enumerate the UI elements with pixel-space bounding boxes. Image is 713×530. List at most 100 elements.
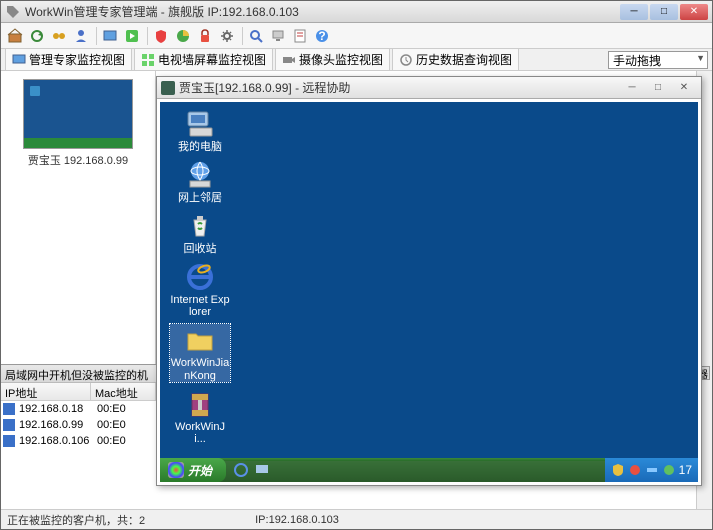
desktop-icon-ie[interactable]: Internet Explorer [170,261,230,318]
toolbar-connect-icon[interactable] [49,26,69,46]
monitor-icon [12,53,26,67]
view-tabs: 管理专家监控视图 电视墙屏幕监控视图 摄像头监控视图 历史数据查询视图 手动拖拽 [1,49,712,71]
toolbar-screen-icon[interactable] [100,26,120,46]
desktop-icon-network[interactable]: 网上邻居 [170,159,230,204]
computer-icon [184,108,216,140]
svg-text:?: ? [318,29,325,43]
cell-mac: 00:E0 [93,402,130,416]
status-clients: 正在被监控的客户机，共：2 [7,512,145,528]
toolbar-shield-icon[interactable] [151,26,171,46]
history-icon [399,53,413,67]
icon-label: 网上邻居 [178,192,222,204]
icon-label: WorkWinJianKong [170,357,230,381]
toolbar-lock-icon[interactable] [195,26,215,46]
thumbnail-image [23,79,133,149]
toolbar-help-icon[interactable]: ? [312,26,332,46]
tray-app-icon[interactable] [662,463,676,477]
table-row[interactable]: 192.168.0.9900:E0 [1,417,156,433]
desktop-icon-mycomputer[interactable]: 我的电脑 [170,108,230,153]
start-label: 开始 [188,462,212,479]
remote-titlebar[interactable]: 贾宝玉[192.168.0.99] - 远程协助 ─ □ ✕ [157,77,701,99]
tray-clock[interactable]: 17 [679,463,692,477]
close-button[interactable]: ✕ [680,4,708,20]
tab-label: 电视墙屏幕监控视图 [158,51,266,68]
grid-icon [141,53,155,67]
tab-label: 历史数据查询视图 [416,51,512,68]
cell-ip: 192.168.0.106 [15,434,93,448]
status-ip: IP:192.168.0.103 [255,514,339,526]
rar-icon [184,388,216,420]
remote-close-button[interactable]: ✕ [675,81,693,95]
tab-camera-view[interactable]: 摄像头监控视图 [275,48,390,71]
remote-maximize-button[interactable]: □ [649,81,667,95]
client-thumbnail[interactable]: 贾宝玉 192.168.0.99 [5,75,151,172]
toolbar-search-icon[interactable] [246,26,266,46]
toolbar-home-icon[interactable] [5,26,25,46]
tray-volume-icon[interactable] [628,463,642,477]
ql-ie-icon[interactable] [232,461,250,479]
toolbar-computer-icon[interactable] [268,26,288,46]
remote-title: 贾宝玉[192.168.0.99] - 远程协助 [179,79,623,96]
unmonitored-panel: 局域网中开机但没被监控的机 IP地址 Mac地址 192.168.0.1800:… [1,364,156,509]
tab-manage-view[interactable]: 管理专家监控视图 [5,48,132,71]
tab-tvwall-view[interactable]: 电视墙屏幕监控视图 [134,48,273,71]
ql-desktop-icon[interactable] [253,461,271,479]
tab-label: 管理专家监控视图 [29,51,125,68]
toolbar-log-icon[interactable] [290,26,310,46]
col-mac[interactable]: Mac地址 [91,383,156,400]
toolbar-refresh-icon[interactable] [27,26,47,46]
desktop-icon-rar[interactable]: WorkWinJi... [170,388,230,445]
toolbar-play-icon[interactable] [122,26,142,46]
xp-desktop[interactable]: 我的电脑 网上邻居 回收站 [160,102,698,482]
left-panel: 贾宝玉 192.168.0.99 局域网中开机但没被监控的机 IP地址 Mac地… [1,71,156,509]
recycle-icon [184,210,216,242]
col-ip[interactable]: IP地址 [1,383,91,400]
icon-label: WorkWinJi... [170,421,230,445]
toolbar-gear-icon[interactable] [217,26,237,46]
tab-label: 摄像头监控视图 [299,51,383,68]
desktop-icon-folder[interactable]: WorkWinJianKong [170,324,230,381]
tray-network-icon[interactable] [645,463,659,477]
window-title: WorkWin管理专家管理端 - 旗舰版 IP:192.168.0.103 [25,3,620,20]
drag-mode-dropdown[interactable]: 手动拖拽 [608,51,708,69]
cell-ip: 192.168.0.99 [15,418,93,432]
table-header: IP地址 Mac地址 [1,383,156,401]
app-icon [5,4,21,20]
remote-minimize-button[interactable]: ─ [623,81,641,95]
cell-ip: 192.168.0.18 [15,402,93,416]
icon-label: 我的电脑 [178,141,222,153]
windows-logo-icon [168,462,184,478]
icon-label: Internet Explorer [170,294,230,318]
cell-mac: 00:E0 [93,418,130,432]
tab-history-view[interactable]: 历史数据查询视图 [392,48,519,71]
camera-icon [282,53,296,67]
cell-mac: 00:E0 [93,434,130,448]
pc-icon [3,419,15,431]
maximize-button[interactable]: □ [650,4,678,20]
ie-icon [184,261,216,293]
network-icon [184,159,216,191]
right-area: 器 贾宝玉[192.168.0.99] - 远程协助 ─ □ ✕ [156,71,712,509]
main-titlebar: WorkWin管理专家管理端 - 旗舰版 IP:192.168.0.103 ─ … [1,1,712,23]
ip-table: IP地址 Mac地址 192.168.0.1800:E0 192.168.0.9… [1,383,156,509]
pc-icon [3,403,15,415]
toolbar-user-icon[interactable] [71,26,91,46]
table-row[interactable]: 192.168.0.1800:E0 [1,401,156,417]
statusbar: 正在被监控的客户机，共：2 IP:192.168.0.103 [1,509,712,529]
icon-label: 回收站 [184,243,217,255]
thumbnail-label: 贾宝玉 192.168.0.99 [28,152,128,168]
system-tray: 17 [605,458,698,482]
table-row[interactable]: 192.168.0.10600:E0 [1,433,156,449]
remote-body: 我的电脑 网上邻居 回收站 [157,99,701,485]
remote-icon [161,81,175,95]
main-toolbar: ? [1,23,712,49]
toolbar-pie-icon[interactable] [173,26,193,46]
folder-icon [184,324,216,356]
quick-launch [226,461,277,479]
desktop-icon-recycle[interactable]: 回收站 [170,210,230,255]
main-window: WorkWin管理专家管理端 - 旗舰版 IP:192.168.0.103 ─ … [0,0,713,530]
start-button[interactable]: 开始 [160,458,226,482]
pc-icon [3,435,15,447]
tray-shield-icon[interactable] [611,463,625,477]
minimize-button[interactable]: ─ [620,4,648,20]
